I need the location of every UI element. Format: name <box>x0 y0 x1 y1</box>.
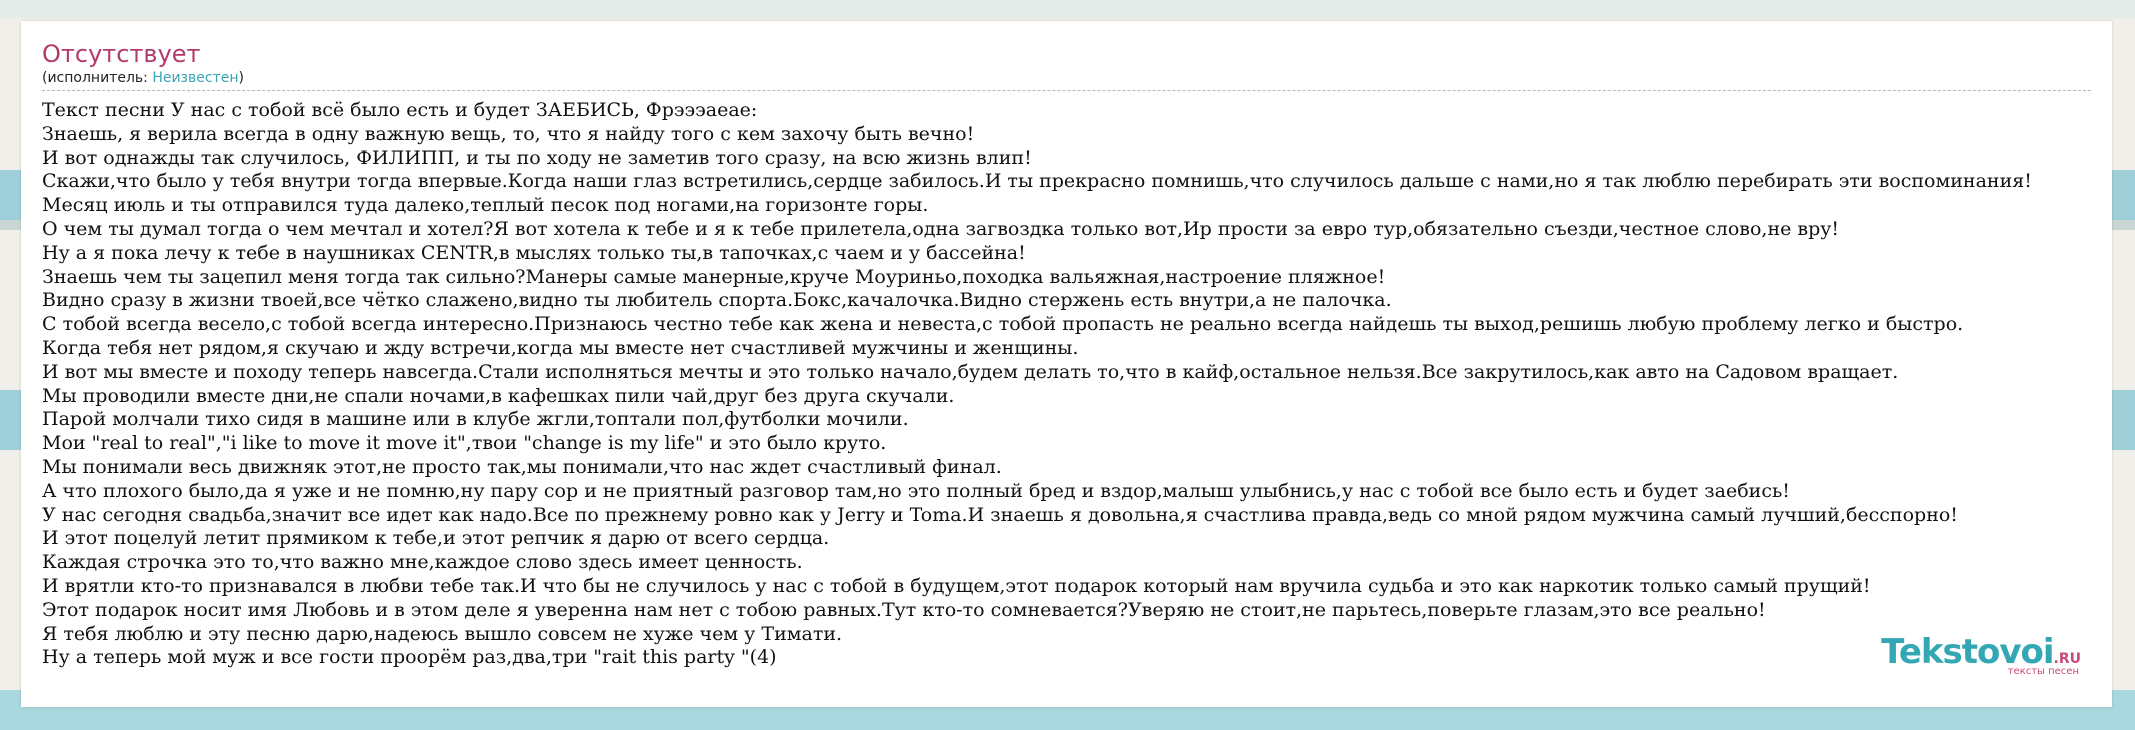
lyric-line: Текст песни У нас с тобой всё было есть … <box>42 99 758 121</box>
lyric-line: И врятли кто-то признавался в любви тебе… <box>42 574 1871 597</box>
lyric-line: Мы понимали весь движняк этот,не просто … <box>42 455 1002 478</box>
lyric-line: И вот мы вместе и походу теперь навсегда… <box>42 360 1899 383</box>
lyric-line: Этот подарок носит имя Любовь и в этом д… <box>42 598 1766 621</box>
lyric-line: У нас сегодня свадьба,значит все идет ка… <box>42 503 1958 526</box>
background-stripe <box>0 0 2135 18</box>
lyric-line: Скажи,что было у тебя внутри тогда вперв… <box>42 170 2032 193</box>
lyric-line: Видно сразу в жизни твоей,все чётко слаж… <box>42 289 1392 312</box>
lyric-line: Ну а теперь мой муж и все гости проорём … <box>42 646 777 669</box>
artist-suffix: ) <box>238 70 244 86</box>
lyrics-card: Отсутствует (исполнитель: Неизвестен) Те… <box>21 21 2112 707</box>
site-logo[interactable]: Tekstovoi.RU тексты песен <box>1881 635 2081 677</box>
lyric-line: Месяц июль и ты отправился туда далеко,т… <box>42 194 929 217</box>
artist-link[interactable]: Неизвестен <box>152 70 238 86</box>
lyrics-text: Текст песни У нас с тобой всё было есть … <box>42 99 2091 670</box>
lyric-line: С тобой всегда весело,с тобой всегда инт… <box>42 313 1964 336</box>
song-title: Отсутствует <box>42 40 201 68</box>
lyric-line: Мои "real to real","i like to move it mo… <box>42 432 887 455</box>
lyric-line: Когда тебя нет рядом,я скучаю и жду встр… <box>42 336 1079 359</box>
lyric-line: А что плохого было,да я уже и не помню,н… <box>42 479 1790 502</box>
lyric-line: И вот однажды так случилось, ФИЛИПП, и т… <box>42 146 1032 169</box>
logo-tld: .RU <box>2053 651 2081 667</box>
lyric-line: Я тебя люблю и эту песню дарю,надеюсь вы… <box>42 622 843 645</box>
lyric-line: Знаешь чем ты зацепил меня тогда так сил… <box>42 265 1386 288</box>
lyric-line: Мы проводили вместе дни,не спали ночами,… <box>42 384 955 407</box>
lyric-line: Каждая строчка это то,что важно мне,кажд… <box>42 551 803 574</box>
lyric-line: Знаешь, я верила всегда в одну важную ве… <box>42 122 975 145</box>
lyric-line: О чем ты думал тогда о чем мечтал и хоте… <box>42 217 1840 240</box>
lyric-line: И этот поцелуй летит прямиком к тебе,и э… <box>42 527 830 550</box>
lyric-line: Ну а я пока лечу к тебе в наушниках CENT… <box>42 241 1026 264</box>
artist-line: (исполнитель: Неизвестен) <box>42 69 2091 91</box>
artist-prefix: (исполнитель: <box>42 70 153 86</box>
lyric-line: Парой молчали тихо сидя в машине или в к… <box>42 408 909 431</box>
